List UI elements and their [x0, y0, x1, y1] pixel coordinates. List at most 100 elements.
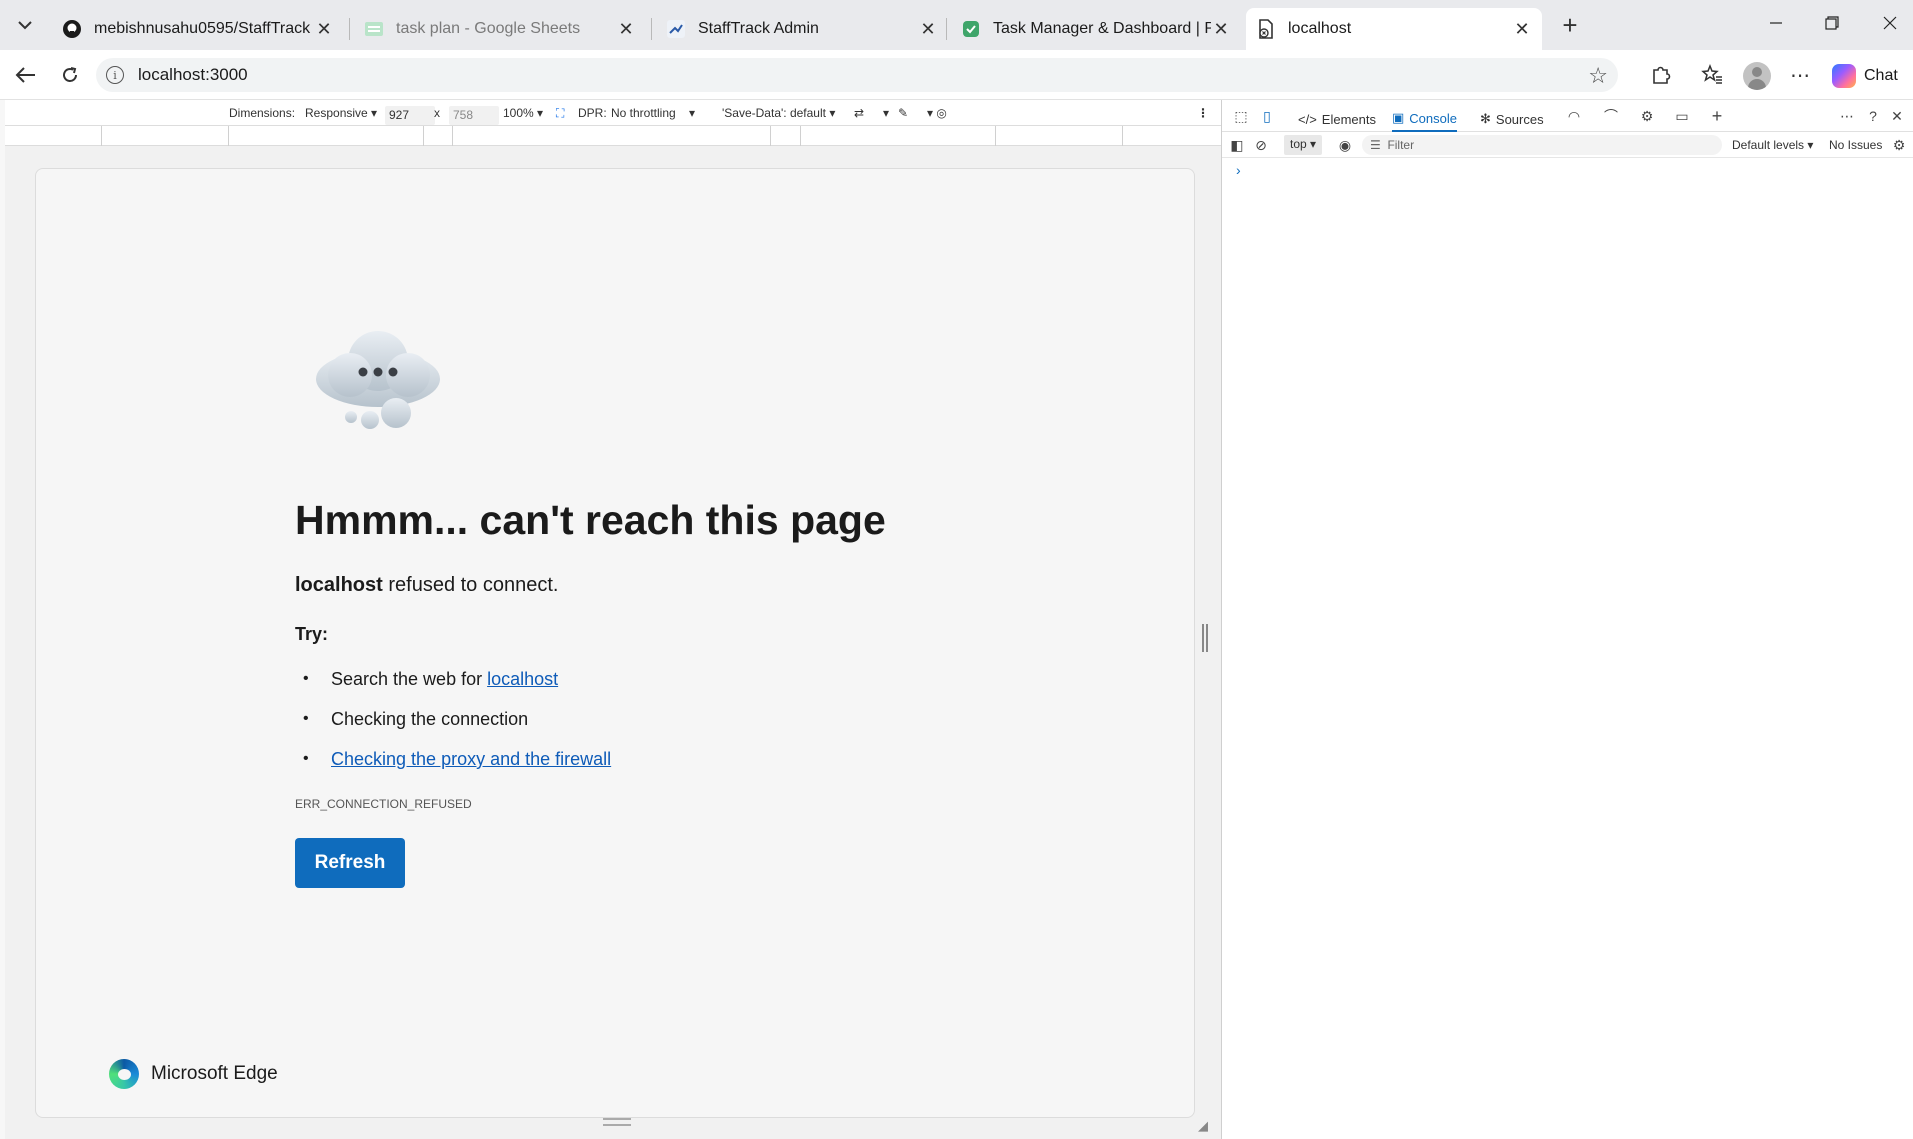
device-toolbar: Dimensions: Responsive ▾ 927 x 758 100% … [5, 100, 1221, 126]
close-icon[interactable]: ✕ [314, 19, 334, 40]
console-prompt[interactable]: › [1236, 162, 1241, 178]
tab-strip: mebishnusahu0595/StaffTrack ✕ task plan … [0, 0, 1913, 50]
refresh-button[interactable]: Refresh [295, 838, 405, 888]
rotate-icon[interactable]: ⇄ [854, 106, 864, 120]
zoom-select[interactable]: 100% ▾ [503, 106, 543, 120]
application-icon[interactable]: ▭ [1673, 107, 1691, 125]
tab-task-manager[interactable]: Task Manager & Dashboard | Petp ✕ [951, 8, 1241, 50]
cloud-icon [316, 331, 440, 429]
tab-actions-menu[interactable] [8, 10, 42, 40]
proxy-firewall-link[interactable]: Checking the proxy and the firewall [331, 749, 611, 769]
more-options-icon[interactable]: ⋮ [1197, 106, 1209, 120]
dimensions-label: Dimensions: [229, 106, 296, 120]
context-select[interactable]: top ▾ [1284, 135, 1323, 155]
minimize-icon [1770, 22, 1782, 24]
github-icon [62, 19, 82, 39]
log-levels-select[interactable]: Default levels ▾ [1732, 138, 1813, 152]
close-icon[interactable]: ✕ [918, 19, 938, 40]
suggestion-text: Checking the connection [331, 709, 529, 729]
copilot-icon [1832, 64, 1856, 88]
close-devtools-icon[interactable]: ✕ [1888, 107, 1906, 125]
more-icon: ⋯ [1790, 64, 1810, 87]
restore-button[interactable] [1812, 8, 1852, 38]
sheets-icon [364, 19, 384, 39]
tab-localhost[interactable]: localhost ✕ [1246, 8, 1542, 50]
media-query-ruler [5, 126, 1221, 146]
bug-icon: ✻ [1480, 111, 1491, 126]
tab-separator [946, 18, 947, 40]
network-icon[interactable]: ◠ [1565, 107, 1583, 125]
browser-toolbar: i localhost:3000 ☆ ⋯ Chat [0, 50, 1913, 100]
tab-title: Task Manager & Dashboard | Petp [993, 20, 1211, 37]
console-toolbar: ◧ ⊘ top ▾ ◉ ☰ Filter Default levels ▾ No… [1222, 132, 1913, 158]
dropdown-icon[interactable]: ▾ [883, 106, 889, 120]
favorites-button[interactable] [1696, 60, 1728, 90]
tab-title: localhost [1288, 20, 1352, 37]
copilot-chat-button[interactable]: Chat [1832, 62, 1898, 90]
save-data-select[interactable]: 'Save-Data': default ▾ [722, 106, 835, 120]
console-settings-icon[interactable]: ⚙ [1890, 136, 1908, 154]
address-bar[interactable]: i localhost:3000 ☆ [96, 58, 1618, 92]
list-item: Search the web for localhost [303, 659, 803, 699]
help-icon[interactable]: ? [1864, 107, 1882, 125]
extensions-button[interactable] [1645, 60, 1677, 90]
favorite-star-icon[interactable]: ☆ [1588, 63, 1608, 89]
console-filter-input[interactable]: ☰ Filter [1362, 135, 1722, 155]
chat-label: Chat [1864, 67, 1898, 84]
corner-resize-handle[interactable]: ◢ [1198, 1118, 1208, 1134]
performance-icon[interactable]: ⌒ [1602, 107, 1620, 125]
error-code: ERR_CONNECTION_REFUSED [295, 797, 472, 811]
tab-console[interactable]: ▣ Console [1392, 106, 1457, 132]
tab-github[interactable]: mebishnusahu0595/StaffTrack ✕ [52, 8, 344, 50]
settings-gear-icon[interactable]: ⚙ [1638, 107, 1656, 125]
height-input[interactable]: 758 [449, 106, 499, 125]
plus-icon: + [1562, 9, 1578, 40]
code-icon: </> [1298, 111, 1317, 127]
vision-icon[interactable]: ▾ ◎ [927, 106, 947, 120]
issues-counter[interactable]: No Issues [1829, 138, 1882, 152]
close-icon[interactable]: ✕ [616, 19, 636, 40]
inspect-icon[interactable]: ⬚ [1232, 107, 1250, 125]
emulated-viewport: Hmmm... can't reach this page localhost … [5, 146, 1221, 1139]
throttling-select[interactable]: No throttling ▾ [611, 106, 695, 120]
puzzle-icon [1653, 66, 1671, 84]
reload-button[interactable] [54, 60, 86, 90]
devtools-tabbar: ⬚ ▯ </> Elements ▣ Console ✻ Sources ◠ ⌒ ⚙ … [1222, 100, 1913, 132]
tab-elements[interactable]: </> Elements [1298, 106, 1376, 132]
width-input[interactable]: 927 [385, 106, 435, 125]
viewport-resize-handle[interactable] [1202, 624, 1208, 652]
broken-page-icon [1256, 19, 1276, 39]
tab-google-sheets[interactable]: task plan - Google Sheets ✕ [354, 8, 646, 50]
close-window-button[interactable] [1870, 8, 1910, 38]
minimize-button[interactable] [1756, 8, 1796, 38]
new-tab-button[interactable]: + [1554, 10, 1586, 40]
sidebar-toggle-icon[interactable]: ◧ [1228, 136, 1246, 154]
suggestion-list: Search the web for localhost Checking th… [303, 659, 803, 779]
bottom-resize-handle[interactable] [603, 1118, 631, 1126]
close-icon[interactable]: ✕ [1512, 19, 1532, 40]
restore-icon [1825, 16, 1839, 30]
search-localhost-link[interactable]: localhost [487, 669, 558, 689]
device-mode-select[interactable]: Responsive ▾ [305, 106, 377, 120]
close-icon[interactable]: ✕ [1211, 19, 1231, 40]
back-button[interactable] [9, 60, 41, 90]
sensor-icon[interactable]: ✎ [898, 106, 908, 120]
more-tools-icon[interactable]: ⋯ [1838, 107, 1856, 125]
device-toggle-icon[interactable]: ▯ [1258, 107, 1276, 125]
favorites-icon [1701, 64, 1722, 84]
error-message: localhost refused to connect. [295, 574, 558, 597]
error-host: localhost [295, 574, 383, 596]
close-icon [1883, 16, 1897, 30]
eye-icon[interactable]: ◉ [1336, 136, 1354, 154]
devtools-panel: ⬚ ▯ </> Elements ▣ Console ✻ Sources ◠ ⌒ ⚙ … [1221, 100, 1913, 1139]
tab-stafftrack-admin[interactable]: StaffTrack Admin ✕ [656, 8, 948, 50]
brand-name: Microsoft Edge [151, 1063, 278, 1084]
more-menu-button[interactable]: ⋯ [1784, 60, 1816, 90]
clear-console-icon[interactable]: ⊘ [1252, 136, 1270, 154]
add-tool-icon[interactable]: + [1708, 106, 1726, 126]
profile-avatar[interactable] [1743, 62, 1771, 90]
tab-sources[interactable]: ✻ Sources [1480, 106, 1544, 132]
site-info-icon[interactable]: i [106, 66, 124, 84]
fit-screen-icon[interactable]: ⛶ [556, 106, 564, 121]
task-manager-icon [961, 19, 981, 39]
